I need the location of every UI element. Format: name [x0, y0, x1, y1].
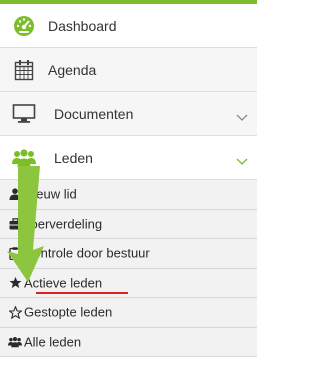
- users-group-icon: [8, 335, 22, 349]
- submenu-item-label: Toerverdeling: [24, 216, 103, 232]
- clipboard-icon: [8, 246, 22, 260]
- user-icon: [8, 187, 22, 201]
- leden-submenu: Nieuw lid Toerverdeling Controle door be…: [0, 180, 257, 357]
- submenu-item-label: Gestopte leden: [24, 304, 113, 320]
- submenu-item-toerverdeling[interactable]: Toerverdeling: [0, 210, 257, 239]
- submenu-item-gestopte-leden[interactable]: Gestopte leden: [0, 298, 257, 328]
- monitor-icon: [12, 102, 36, 126]
- submenu-item-label: Nieuw lid: [24, 186, 77, 202]
- menu-item-leden[interactable]: Leden: [0, 136, 257, 180]
- briefcase-icon: [8, 217, 22, 231]
- menu-item-label: Dashboard: [48, 17, 117, 34]
- submenu-item-controle-door-bestuur[interactable]: Controle door bestuur: [0, 239, 257, 269]
- submenu-item-nieuw-lid[interactable]: Nieuw lid: [0, 180, 257, 210]
- calendar-icon: [12, 58, 36, 82]
- menu-item-agenda[interactable]: Agenda: [0, 48, 257, 92]
- sidebar-menu: Dashboard Agenda Documenten Leden Nieuw …: [0, 4, 257, 357]
- dashboard-gauge-icon: [12, 14, 36, 38]
- menu-item-label: Documenten: [54, 105, 134, 122]
- chevron-down-icon[interactable]: [236, 153, 248, 165]
- users-group-icon: [12, 146, 36, 170]
- submenu-item-actieve-leden[interactable]: Actieve leden: [0, 269, 257, 298]
- star-filled-icon: [8, 276, 22, 290]
- menu-item-dashboard[interactable]: Dashboard: [0, 4, 257, 48]
- highlight-underline: [36, 291, 128, 294]
- submenu-item-label: Actieve leden: [24, 275, 103, 291]
- submenu-item-alle-leden[interactable]: Alle leden: [0, 328, 257, 357]
- menu-item-label: Leden: [54, 149, 93, 166]
- menu-item-label: Agenda: [48, 61, 97, 78]
- menu-item-documenten[interactable]: Documenten: [0, 92, 257, 136]
- submenu-item-label: Alle leden: [24, 334, 82, 350]
- submenu-item-label: Controle door bestuur: [24, 245, 150, 261]
- star-outline-icon: [8, 305, 22, 319]
- chevron-down-icon[interactable]: [236, 109, 248, 121]
